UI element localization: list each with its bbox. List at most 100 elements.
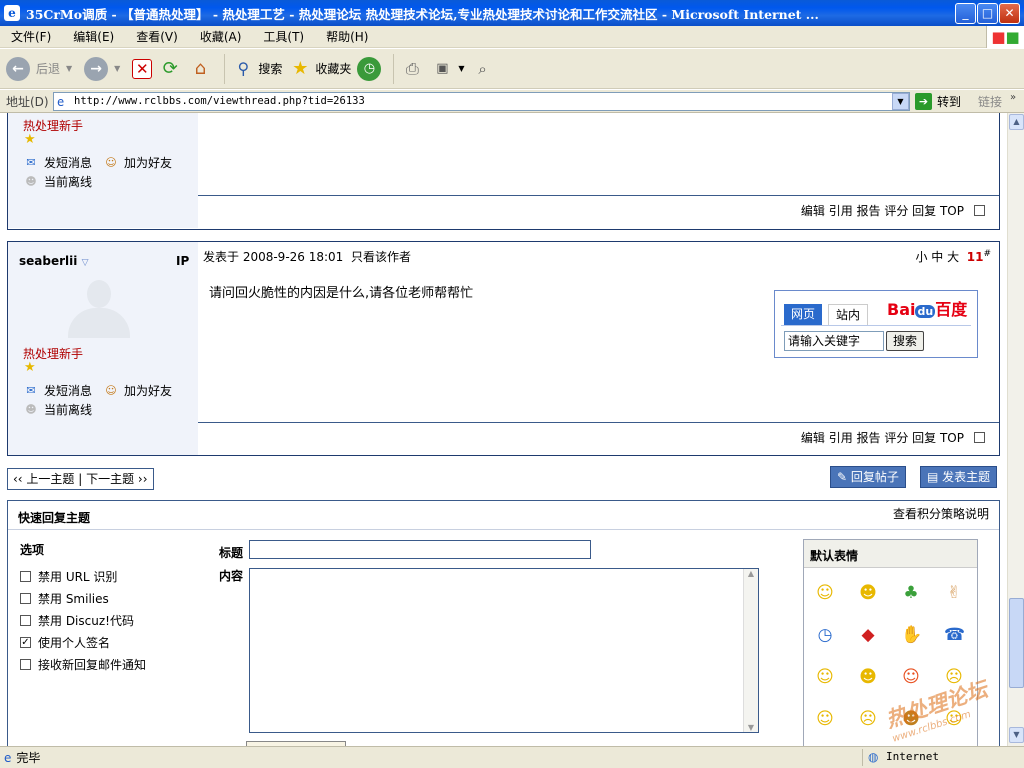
add-friend-label: 加为好友 (124, 384, 173, 398)
lips-icon[interactable]: ◆ (858, 625, 878, 645)
add-friend-label: 加为好友 (124, 156, 173, 170)
send-pm-link[interactable]: ✉ 发短消息 (23, 382, 92, 399)
close-button[interactable]: ✕ (999, 3, 1020, 24)
phone-icon[interactable]: ☎ (944, 625, 965, 645)
links-label[interactable]: 链接 (978, 93, 1002, 110)
stop-button[interactable]: ✕ (126, 58, 153, 79)
search-button[interactable]: ⚲ 搜索 (231, 57, 282, 81)
home-button[interactable]: ⌂ (188, 57, 212, 81)
select-checkbox[interactable] (974, 205, 985, 216)
credit-policy-link[interactable]: 查看积分策略说明 (893, 505, 989, 522)
page-icon: ▣ (436, 60, 449, 76)
textarea-scrollbar[interactable]: ▲ ▼ (743, 569, 758, 732)
sad-icon[interactable]: ☹ (944, 667, 964, 687)
cool-icon[interactable]: ☺ (944, 709, 964, 729)
tab-site[interactable]: 站内 (828, 304, 868, 325)
favorites-button[interactable]: ★ 收藏夹 (288, 57, 351, 81)
chevron-down-icon[interactable]: ▼ (458, 64, 464, 73)
status-text: 完毕 (16, 751, 41, 765)
baidu-search-button[interactable]: 搜索 (886, 331, 924, 351)
send-pm-link[interactable]: ✉ 发短消息 (23, 154, 92, 171)
chevron-down-icon[interactable]: ▼ (114, 64, 120, 73)
blush-icon[interactable]: ☺ (815, 709, 835, 729)
option-disable-smilies[interactable]: 禁用 Smilies (20, 590, 109, 607)
add-friend-link[interactable]: ☺ 加为好友 (103, 382, 172, 399)
menu-edit[interactable]: 编辑(E) (62, 28, 125, 45)
post-actions-links[interactable]: 编辑 引用 报告 评分 回复 TOP (801, 204, 964, 218)
minimize-button[interactable]: _ (955, 3, 976, 24)
only-author-link[interactable]: 只看该作者 (351, 250, 411, 264)
select-checkbox[interactable] (974, 432, 985, 443)
reply-button[interactable]: ✎ 回复帖子 (830, 466, 906, 488)
option-email-notify[interactable]: 接收新回复邮件通知 (20, 656, 146, 673)
happy-icon[interactable]: ☺ (815, 667, 835, 687)
handshake-icon[interactable]: ✋ (901, 625, 922, 645)
search-icon: ⚲ (237, 58, 250, 78)
ip-label[interactable]: IP (176, 254, 189, 268)
grin-icon[interactable]: ☻ (858, 583, 878, 603)
forward-button[interactable]: → ▼ (78, 56, 120, 81)
checkbox-checked[interactable]: ✓ (20, 637, 31, 648)
cry-icon[interactable]: ☹ (858, 709, 878, 729)
history-icon: ◷ (357, 56, 382, 81)
scroll-up-icon[interactable]: ▲ (744, 569, 758, 578)
go-button[interactable]: ➔ 转到 (915, 93, 961, 110)
history-button[interactable]: ◷ (357, 56, 382, 81)
menu-view[interactable]: 查看(V) (125, 28, 189, 45)
menu-favorites[interactable]: 收藏(A) (189, 28, 253, 45)
add-friend-link[interactable]: ☺ 加为好友 (103, 154, 172, 171)
page-scrollbar[interactable]: ▲ ▼ (1007, 113, 1024, 746)
edit-button[interactable]: ▣ ▼ (430, 57, 464, 81)
clock-icon[interactable]: ◷ (815, 625, 835, 645)
shy-icon[interactable]: ☻ (901, 709, 921, 729)
maximize-button[interactable]: □ (977, 3, 998, 24)
post-author-panel: seaberlii ▽ IP 热处理新手 ★ ✉ 发短消息 ☺ 加为好友 ☻ 当前离线 (8, 242, 198, 455)
stop-icon: ✕ (132, 58, 153, 79)
menu-help[interactable]: 帮助(H) (315, 28, 379, 45)
smile-icon[interactable]: ☺ (815, 583, 835, 603)
users-icon: ☺ (105, 383, 117, 397)
scroll-down-icon[interactable]: ▼ (744, 723, 758, 732)
baidu-search-input[interactable]: 请输入关键字 (784, 331, 884, 351)
subject-input[interactable] (249, 540, 591, 559)
author-name[interactable]: seaberlii ▽ (19, 254, 88, 268)
checkbox[interactable] (20, 615, 31, 626)
scroll-down-icon[interactable]: ▼ (1009, 727, 1024, 743)
option-disable-discuz-code[interactable]: 禁用 Discuz!代码 (20, 612, 134, 629)
refresh-button[interactable]: ⟳ (158, 57, 182, 81)
checkbox[interactable] (20, 571, 31, 582)
wink-icon[interactable]: ☺ (901, 667, 921, 687)
victory-hand-icon[interactable]: ✌ (944, 583, 964, 603)
option-disable-url[interactable]: 禁用 URL 识别 (20, 568, 117, 585)
research-icon: ⌕ (478, 59, 487, 78)
prev-next-thread-nav[interactable]: ‹‹ 上一主题 | 下一主题 ›› (7, 468, 154, 490)
option-use-signature[interactable]: ✓ 使用个人签名 (20, 634, 110, 651)
scroll-thumb[interactable] (1009, 598, 1024, 688)
print-button[interactable]: ⎙ (400, 57, 424, 81)
address-input[interactable]: e http://www.rclbbs.com/viewthread.php?t… (53, 92, 910, 111)
laugh-icon[interactable]: ☻ (858, 667, 878, 687)
checkbox[interactable] (20, 593, 31, 604)
frog-icon[interactable]: ♣ (901, 583, 921, 603)
content-textarea[interactable]: ▲ ▼ (249, 568, 759, 733)
back-button[interactable]: ← 后退 ▼ (6, 56, 72, 81)
author-dropdown-icon[interactable]: ▽ (82, 258, 89, 268)
new-thread-button[interactable]: ▤ 发表主题 (920, 466, 998, 488)
rank-star-icon: ★ (24, 360, 36, 375)
menu-file[interactable]: 文件(F) (0, 28, 62, 45)
chevron-right-icon[interactable]: » (1010, 92, 1016, 103)
reply-icon: ✎ (837, 470, 848, 484)
tab-web[interactable]: 网页 (784, 304, 822, 325)
scroll-up-icon[interactable]: ▲ (1009, 114, 1024, 130)
refresh-icon: ⟳ (162, 57, 178, 79)
checkbox[interactable] (20, 659, 31, 670)
chevron-down-icon[interactable]: ▼ (66, 64, 72, 73)
floor-number[interactable]: 11 (967, 250, 984, 264)
font-size-links[interactable]: 小 中 大 (915, 250, 959, 264)
menu-tools[interactable]: 工具(T) (252, 28, 315, 45)
post-actions: 编辑 引用 报告 评分 回复 TOP (198, 422, 999, 455)
post-actions-links[interactable]: 编辑 引用 报告 评分 回复 TOP (801, 431, 964, 445)
research-button[interactable]: ⌕ (471, 57, 495, 81)
windows-logo-icon: ■■ (986, 26, 1024, 48)
address-dropdown-chevron-icon[interactable]: ▼ (892, 93, 909, 110)
